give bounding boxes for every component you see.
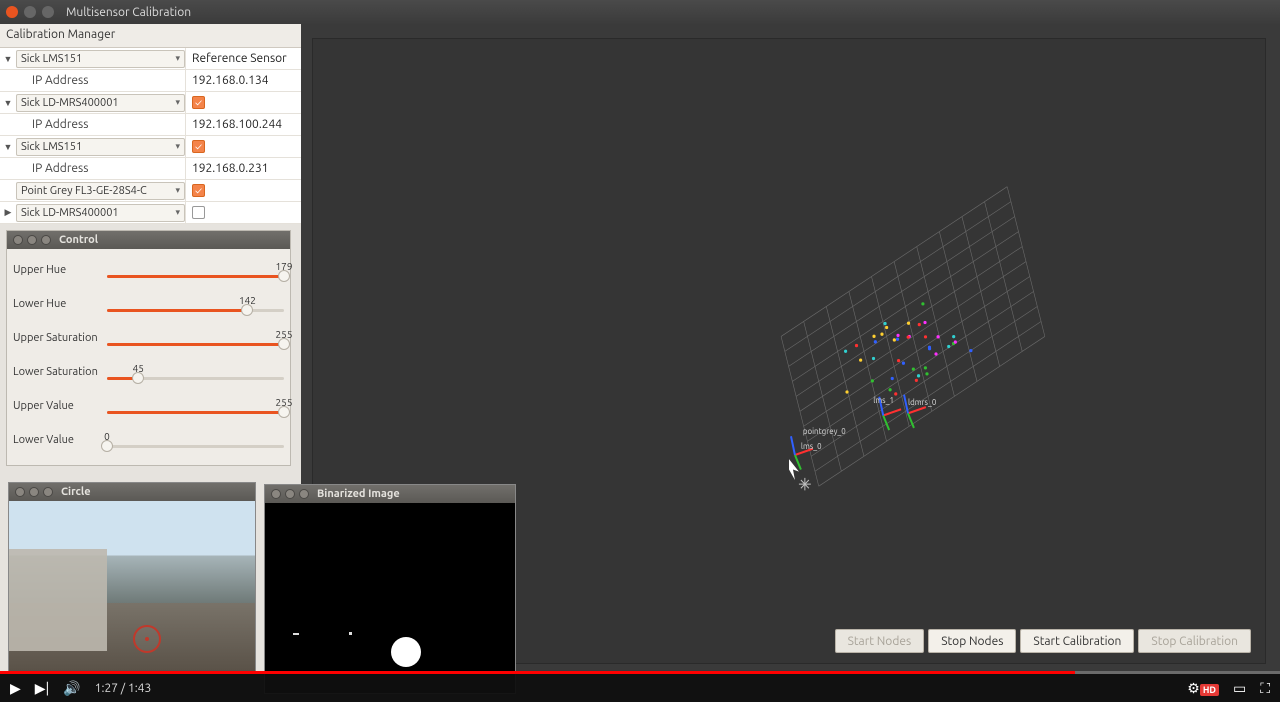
window-minimize-icon[interactable] <box>24 6 36 18</box>
slider-lower-hue[interactable]: Lower Hue 142 <box>13 287 284 321</box>
panel-dot-icon <box>15 487 25 497</box>
window-close-icon[interactable] <box>6 6 18 18</box>
slider-thumb[interactable] <box>241 304 253 316</box>
slider-label: Upper Hue <box>13 264 107 276</box>
ip-address-value: 192.168.100.244 <box>192 118 282 131</box>
video-time: 1:27 / 1:43 <box>95 682 151 695</box>
ip-address-label: IP Address <box>2 118 88 131</box>
svg-text:lms_0: lms_0 <box>801 441 822 451</box>
window-maximize-icon[interactable] <box>42 6 54 18</box>
tree-collapse-icon[interactable]: ▶ <box>2 207 14 218</box>
window-title: Multisensor Calibration <box>66 6 191 19</box>
panel-dot-icon <box>13 235 23 245</box>
start-calibration-button[interactable]: Start Calibration <box>1020 629 1134 653</box>
sensor-row[interactable]: ▶ Sick LD-MRS400001 <box>0 202 301 224</box>
panel-dot-icon <box>299 489 309 499</box>
ip-address-value: 192.168.0.134 <box>192 74 269 87</box>
video-controls: ▶ ▶| 🔊 1:27 / 1:43 ⚙HD ▭ ⛶ <box>0 674 1280 702</box>
play-icon[interactable]: ▶ <box>10 680 21 697</box>
calibration-manager-header: Calibration Manager <box>0 24 301 48</box>
sensor-enable-checkbox[interactable]: ✓ <box>192 140 205 153</box>
action-bar: Start Nodes Stop Nodes Start Calibration… <box>835 629 1251 653</box>
slider-track[interactable] <box>107 309 284 312</box>
panel-dot-icon <box>27 235 37 245</box>
slider-track[interactable] <box>107 275 284 278</box>
slider-track[interactable] <box>107 411 284 414</box>
sensor-select[interactable]: Sick LMS151 <box>16 138 185 156</box>
sensor-enable-checkbox[interactable] <box>192 206 205 219</box>
slider-label: Lower Saturation <box>13 366 107 378</box>
sliders-container: Upper Hue 179 Lower Hue 142 Upper Satura… <box>7 249 290 465</box>
circle-preview-window[interactable]: Circle <box>8 482 256 672</box>
circle-preview-header[interactable]: Circle <box>9 483 255 501</box>
slider-lower-saturation[interactable]: Lower Saturation 45 <box>13 355 284 389</box>
svg-text:pointgrey_0: pointgrey_0 <box>803 426 846 436</box>
control-panel: Control Upper Hue 179 Lower Hue 142 Uppe… <box>6 230 291 466</box>
control-panel-header[interactable]: Control <box>7 231 290 249</box>
tree-expand-icon[interactable]: ▼ <box>2 98 14 108</box>
circle-preview-image <box>9 501 255 671</box>
slider-label: Upper Saturation <box>13 332 107 344</box>
slider-track[interactable] <box>107 377 284 380</box>
theater-mode-icon[interactable]: ▭ <box>1233 680 1246 697</box>
panel-dot-icon <box>41 235 51 245</box>
window-titlebar: Multisensor Calibration <box>0 0 1280 24</box>
ip-address-label: IP Address <box>2 162 88 175</box>
binarized-preview-header[interactable]: Binarized Image <box>265 485 515 503</box>
sensor-row[interactable]: ▼ Sick LMS151 Reference Sensor <box>0 48 301 70</box>
detected-circle-marker <box>133 625 161 653</box>
sensor-row[interactable]: ▼ Point Grey FL3-GE-28S4-C ✓ <box>0 180 301 202</box>
slider-thumb[interactable] <box>132 372 144 384</box>
binarized-preview-window[interactable]: Binarized Image <box>264 484 516 694</box>
start-nodes-button[interactable]: Start Nodes <box>835 629 925 653</box>
sensor-ip-row: IP Address 192.168.100.244 <box>0 114 301 136</box>
volume-icon[interactable]: 🔊 <box>63 680 80 697</box>
slider-label: Lower Hue <box>13 298 107 310</box>
svg-text:ldmrs_0: ldmrs_0 <box>908 397 937 407</box>
stop-calibration-button[interactable]: Stop Calibration <box>1138 629 1251 653</box>
panel-dot-icon <box>43 487 53 497</box>
ip-address-label: IP Address <box>2 74 88 87</box>
slider-thumb[interactable] <box>278 338 290 350</box>
sensor-enable-checkbox[interactable]: ✓ <box>192 184 205 197</box>
detected-blob <box>391 637 421 667</box>
slider-thumb[interactable] <box>101 440 113 452</box>
sensor-ip-row: IP Address 192.168.0.231 <box>0 158 301 180</box>
panel-dot-icon <box>271 489 281 499</box>
settings-icon[interactable]: ⚙HD <box>1187 680 1219 697</box>
panel-dot-icon <box>285 489 295 499</box>
stop-nodes-button[interactable]: Stop Nodes <box>928 629 1016 653</box>
panel-dot-icon <box>29 487 39 497</box>
slider-track[interactable] <box>107 343 284 346</box>
slider-lower-value[interactable]: Lower Value 0 <box>13 423 284 457</box>
next-icon[interactable]: ▶| <box>35 680 50 697</box>
slider-thumb[interactable] <box>278 406 290 418</box>
sensor-select[interactable]: Point Grey FL3-GE-28S4-C <box>16 182 185 200</box>
slider-upper-value[interactable]: Upper Value 255 <box>13 389 284 423</box>
sensor-row[interactable]: ▼ Sick LD-MRS400001 ✓ <box>0 92 301 114</box>
sensor-select[interactable]: Sick LD-MRS400001 <box>16 204 185 222</box>
slider-label: Upper Value <box>13 400 107 412</box>
sensor-row[interactable]: ▼ Sick LMS151 ✓ <box>0 136 301 158</box>
slider-track[interactable] <box>107 445 284 448</box>
binarized-preview-image <box>265 503 515 693</box>
svg-text:lms_1: lms_1 <box>873 395 894 405</box>
sensor-select[interactable]: Sick LD-MRS400001 <box>16 94 185 112</box>
fullscreen-icon[interactable]: ⛶ <box>1260 680 1270 697</box>
sensor-enable-checkbox[interactable]: ✓ <box>192 96 205 109</box>
sensor-tree: ▼ Sick LMS151 Reference Sensor IP Addres… <box>0 48 301 224</box>
sensor-select[interactable]: Sick LMS151 <box>16 50 185 68</box>
sensor-ip-row: IP Address 192.168.0.134 <box>0 70 301 92</box>
reference-sensor-label: Reference Sensor <box>192 52 287 65</box>
tree-expand-icon[interactable]: ▼ <box>2 54 14 64</box>
ip-address-value: 192.168.0.231 <box>192 162 269 175</box>
slider-upper-saturation[interactable]: Upper Saturation 255 <box>13 321 284 355</box>
tree-expand-icon[interactable]: ▼ <box>2 142 14 152</box>
slider-label: Lower Value <box>13 434 107 446</box>
slider-thumb[interactable] <box>278 270 290 282</box>
slider-upper-hue[interactable]: Upper Hue 179 <box>13 253 284 287</box>
